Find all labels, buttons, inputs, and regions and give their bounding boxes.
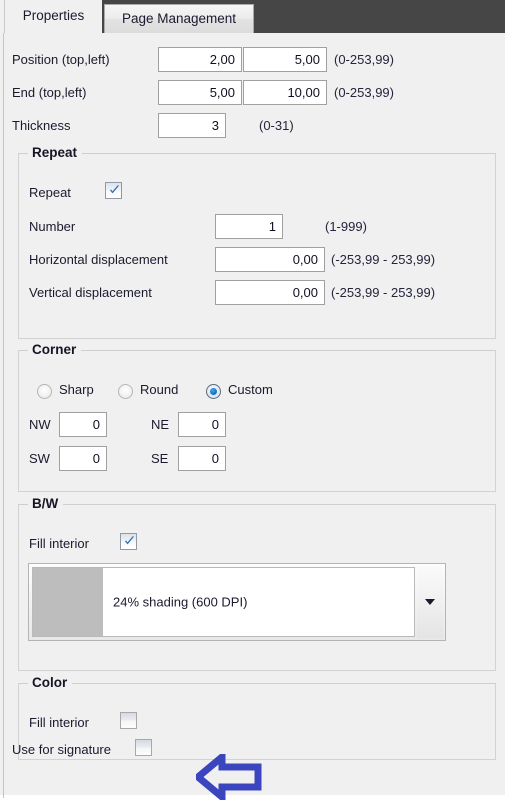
thickness-input[interactable]: 3 bbox=[158, 113, 226, 138]
repeat-number-range-hint: (1-999) bbox=[325, 219, 367, 234]
corner-se-label: SE bbox=[151, 451, 169, 466]
end-label: End (top,left) bbox=[12, 85, 87, 100]
position-left-input[interactable]: 5,00 bbox=[243, 47, 327, 72]
shading-selected-value: 24% shading (600 DPI) bbox=[113, 594, 248, 610]
tab-bar: Properties Page Management bbox=[0, 0, 505, 35]
repeat-number-label: Number bbox=[29, 219, 76, 234]
shading-combobox-display: 24% shading (600 DPI) bbox=[32, 567, 415, 637]
corner-ne-label: NE bbox=[151, 417, 170, 432]
check-icon bbox=[123, 535, 136, 548]
check-icon bbox=[108, 184, 121, 197]
vertical-displacement-label: Vertical displacement bbox=[29, 285, 152, 300]
repeat-group-title: Repeat bbox=[28, 145, 83, 160]
corner-group: Corner Sharp Round Custom NW 0 NE 0 SW 0… bbox=[18, 342, 496, 492]
repeat-checkbox-label: Repeat bbox=[29, 185, 71, 200]
end-left-input[interactable]: 10,00 bbox=[243, 80, 327, 105]
corner-radio-round[interactable] bbox=[118, 384, 133, 399]
end-top-input[interactable]: 5,00 bbox=[158, 80, 242, 105]
shading-combobox-button[interactable] bbox=[417, 566, 443, 638]
horizontal-displacement-input[interactable]: 0,00 bbox=[215, 247, 325, 272]
tab-properties[interactable]: Properties bbox=[4, 0, 102, 35]
bw-group-title: B/W bbox=[28, 496, 64, 511]
bw-fill-interior-label: Fill interior bbox=[29, 536, 89, 551]
bw-fill-interior-checkbox[interactable] bbox=[120, 533, 137, 550]
use-for-signature-checkbox[interactable] bbox=[135, 739, 152, 756]
corner-sw-label: SW bbox=[29, 451, 50, 466]
position-top-input[interactable]: 2,00 bbox=[158, 47, 242, 72]
chevron-down-icon bbox=[425, 599, 435, 605]
tab-page-management[interactable]: Page Management bbox=[104, 4, 254, 33]
corner-radio-sharp-label: Sharp bbox=[59, 382, 94, 397]
corner-nw-input[interactable]: 0 bbox=[59, 412, 107, 437]
vertical-displacement-range-hint: (-253,99 - 253,99) bbox=[331, 285, 436, 300]
position-range-hint: (0-253,99) bbox=[334, 52, 394, 67]
radio-selected-dot-icon bbox=[210, 388, 217, 395]
color-fill-interior-checkbox[interactable] bbox=[120, 712, 137, 729]
thickness-range-hint: (0-31) bbox=[259, 118, 294, 133]
panel-left-border bbox=[3, 33, 4, 795]
repeat-checkbox[interactable] bbox=[105, 182, 122, 199]
properties-panel-window: Properties Page Management Position (top… bbox=[0, 0, 505, 802]
horizontal-displacement-range-hint: (-253,99 - 253,99) bbox=[331, 252, 436, 267]
corner-radio-custom[interactable] bbox=[206, 384, 221, 399]
thickness-label: Thickness bbox=[12, 118, 71, 133]
repeat-group: Repeat Repeat Number 1 (1-999) Horizonta… bbox=[18, 145, 496, 339]
color-group-title: Color bbox=[28, 675, 73, 690]
end-range-hint: (0-253,99) bbox=[334, 85, 394, 100]
corner-sw-input[interactable]: 0 bbox=[59, 446, 107, 471]
corner-nw-label: NW bbox=[29, 417, 51, 432]
corner-se-input[interactable]: 0 bbox=[178, 446, 226, 471]
arrow-left-callout-icon bbox=[196, 754, 264, 800]
repeat-number-input[interactable]: 1 bbox=[215, 214, 283, 239]
shading-swatch bbox=[33, 568, 103, 636]
corner-radio-round-label: Round bbox=[140, 382, 179, 397]
corner-radio-custom-label: Custom bbox=[228, 382, 273, 397]
bw-group: B/W Fill interior 24% shading (600 DPI) bbox=[18, 496, 496, 671]
color-fill-interior-label: Fill interior bbox=[29, 715, 89, 730]
corner-ne-input[interactable]: 0 bbox=[178, 412, 226, 437]
corner-radio-sharp[interactable] bbox=[37, 384, 52, 399]
shading-combobox[interactable]: 24% shading (600 DPI) bbox=[28, 563, 446, 641]
window-bottom-left-border bbox=[3, 795, 4, 798]
vertical-displacement-input[interactable]: 0,00 bbox=[215, 280, 325, 305]
use-for-signature-label: Use for signature bbox=[12, 742, 111, 757]
corner-group-title: Corner bbox=[28, 342, 82, 357]
horizontal-displacement-label: Horizontal displacement bbox=[29, 252, 168, 267]
panel-body: Position (top,left) 2,00 5,00 (0-253,99)… bbox=[0, 33, 505, 795]
position-label: Position (top,left) bbox=[12, 52, 110, 67]
